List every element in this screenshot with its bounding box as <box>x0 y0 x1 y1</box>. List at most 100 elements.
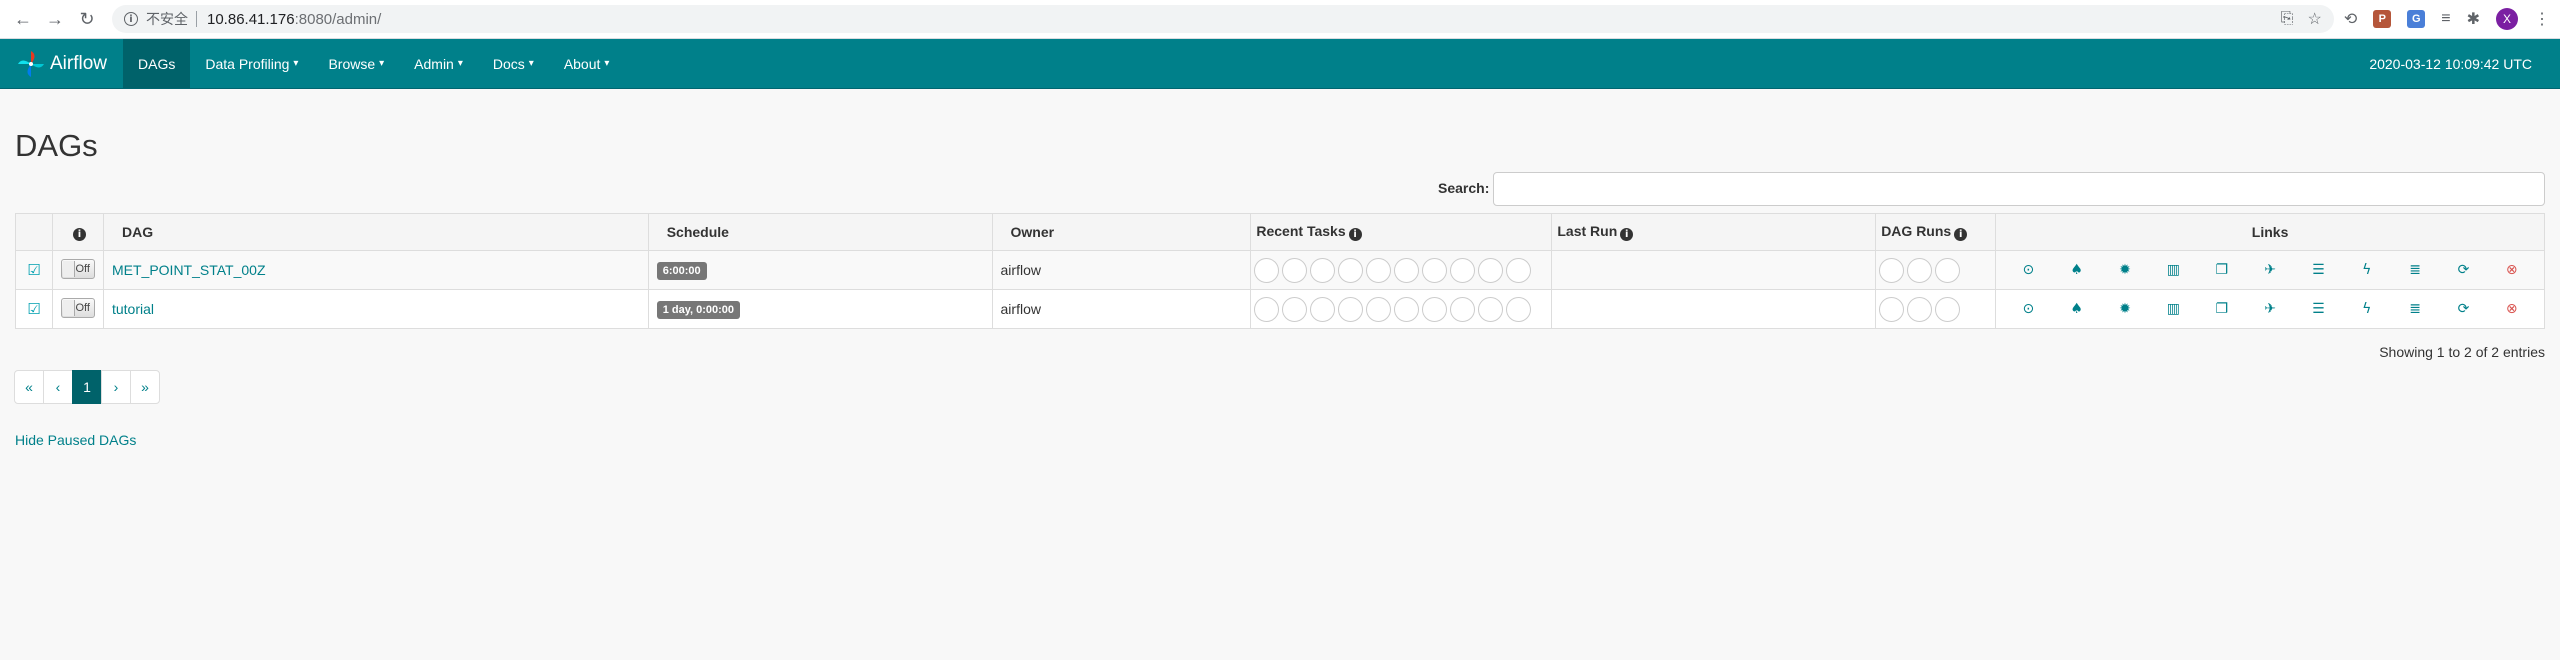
status-circle[interactable] <box>1935 257 1961 283</box>
status-circle[interactable] <box>1422 296 1448 322</box>
pagination-first[interactable]: « <box>14 370 44 404</box>
menu-kebab-icon[interactable]: ⋮ <box>2534 9 2550 29</box>
hide-paused-dags-link[interactable]: Hide Paused DAGs <box>15 432 136 448</box>
refresh-icon[interactable]: ⟳ <box>2453 262 2473 278</box>
extension-pdf-icon[interactable]: P <box>2373 10 2392 28</box>
code-icon[interactable]: ϟ <box>2357 262 2377 278</box>
extension-translate-icon[interactable]: G <box>2407 10 2426 28</box>
dag-link[interactable]: MET_POINT_STAT_00Z <box>112 262 266 278</box>
header-recent-tasks: Recent Tasks i <box>1250 213 1553 251</box>
status-circle[interactable] <box>1282 257 1308 283</box>
chevron-down-icon: ▾ <box>379 58 385 69</box>
status-circle[interactable] <box>1907 296 1933 322</box>
search-input[interactable] <box>1493 172 2545 206</box>
landing-times-icon[interactable]: ✈ <box>2260 301 2280 317</box>
pause-toggle[interactable]: Off <box>60 297 95 318</box>
status-circle[interactable] <box>1254 257 1280 283</box>
nav-data-profiling[interactable]: Data Profiling ▾ <box>190 39 313 88</box>
status-circle[interactable] <box>1338 296 1364 322</box>
pagination-page-1[interactable]: 1 <box>72 370 102 404</box>
status-circle[interactable] <box>1879 257 1905 283</box>
edit-icon[interactable]: ☑ <box>27 300 40 318</box>
back-icon[interactable]: ← <box>10 6 36 32</box>
address-bar[interactable]: i 不安全 10.86.41.176 :8080/admin/ ⎘ ☆ <box>112 5 2334 33</box>
status-circle[interactable] <box>1366 257 1392 283</box>
owner-cell: airflow <box>991 250 1252 290</box>
delete-icon[interactable]: ⊗ <box>2502 262 2522 278</box>
status-circle[interactable] <box>1506 257 1532 283</box>
dag-runs-cell <box>1875 250 1997 290</box>
status-circle[interactable] <box>1366 296 1392 322</box>
chevron-down-icon: ▾ <box>528 58 534 69</box>
status-circle[interactable] <box>1310 257 1336 283</box>
task-tries-icon[interactable]: ❐ <box>2212 301 2232 317</box>
task-duration-icon[interactable]: ▥ <box>2163 301 2183 317</box>
nav-admin[interactable]: Admin ▾ <box>399 39 478 88</box>
refresh-icon[interactable]: ⟳ <box>2453 301 2473 317</box>
edit-icon[interactable]: ☑ <box>27 261 40 279</box>
code-icon[interactable]: ϟ <box>2357 301 2377 317</box>
reload-icon[interactable]: ↻ <box>74 6 100 32</box>
star-icon[interactable]: ☆ <box>2308 9 2322 29</box>
nav-docs[interactable]: Docs ▾ <box>478 39 549 88</box>
status-circle[interactable] <box>1394 296 1420 322</box>
status-circle[interactable] <box>1478 296 1504 322</box>
tree-view-icon[interactable]: ♠ <box>2067 262 2087 278</box>
trigger-dag-icon[interactable]: ⊙ <box>2018 262 2038 278</box>
chevron-down-icon: ▾ <box>604 58 610 69</box>
info-icon[interactable]: i <box>124 12 138 26</box>
status-circle[interactable] <box>1935 296 1961 322</box>
status-circle[interactable] <box>1879 296 1905 322</box>
status-circle[interactable] <box>1506 296 1532 322</box>
delete-icon[interactable]: ⊗ <box>2502 301 2522 317</box>
last-run-cell <box>1551 289 1877 329</box>
pagination-next[interactable]: › <box>101 370 131 404</box>
tree-view-icon[interactable]: ♠ <box>2067 301 2087 317</box>
landing-times-icon[interactable]: ✈ <box>2260 262 2280 278</box>
dag-link[interactable]: tutorial <box>112 301 154 317</box>
gantt-icon[interactable]: ☰ <box>2308 262 2328 278</box>
trigger-dag-icon[interactable]: ⊙ <box>2018 301 2038 317</box>
table-row: ☑ Off tutorial 1 day, 0:00:00 airflow ⊙ ♠… <box>15 289 2545 329</box>
nav-about[interactable]: About ▾ <box>549 39 625 88</box>
entries-summary: Showing 1 to 2 of 2 entries <box>2379 344 2545 360</box>
header-schedule[interactable]: Schedule <box>647 213 993 251</box>
translate-icon[interactable]: ⎘ <box>2281 10 2294 28</box>
brand-name: Airflow <box>50 52 108 74</box>
task-tries-icon[interactable]: ❐ <box>2212 262 2232 278</box>
task-duration-icon[interactable]: ▥ <box>2163 262 2183 278</box>
pagination-prev[interactable]: ‹ <box>43 370 73 404</box>
logs-icon[interactable]: ≣ <box>2405 262 2425 278</box>
pagination-last[interactable]: » <box>130 370 160 404</box>
puzzle-icon[interactable]: ✱ <box>2467 9 2480 29</box>
profile-avatar[interactable]: X <box>2496 8 2518 30</box>
forward-icon[interactable]: → <box>42 6 68 32</box>
nav-dags[interactable]: DAGs <box>123 39 191 88</box>
schedule-badge[interactable]: 1 day, 0:00:00 <box>656 300 741 319</box>
status-circle[interactable] <box>1907 257 1933 283</box>
media-queue-icon[interactable]: ≡ <box>2441 10 2450 28</box>
header-owner[interactable]: Owner <box>991 213 1252 251</box>
nav-browse[interactable]: Browse ▾ <box>313 39 399 88</box>
status-circle[interactable] <box>1310 296 1336 322</box>
pause-toggle[interactable]: Off <box>60 258 95 279</box>
url-host: 10.86.41.176 <box>207 10 295 28</box>
gantt-icon[interactable]: ☰ <box>2308 301 2328 317</box>
status-circle[interactable] <box>1422 257 1448 283</box>
header-dag[interactable]: DAG <box>102 213 649 251</box>
logs-icon[interactable]: ≣ <box>2405 301 2425 317</box>
status-circle[interactable] <box>1450 296 1476 322</box>
status-circle[interactable] <box>1282 296 1308 322</box>
extension-sync-icon[interactable]: ⟲ <box>2344 9 2357 29</box>
header-last-run: Last Run i <box>1551 213 1877 251</box>
status-circle[interactable] <box>1450 257 1476 283</box>
status-circle[interactable] <box>1254 296 1280 322</box>
graph-view-icon[interactable]: ✹ <box>2115 301 2135 317</box>
status-circle[interactable] <box>1478 257 1504 283</box>
graph-view-icon[interactable]: ✹ <box>2115 262 2135 278</box>
status-circle[interactable] <box>1394 257 1420 283</box>
header-links: Links <box>1995 213 2545 251</box>
brand-logo[interactable]: Airflow <box>0 39 123 88</box>
status-circle[interactable] <box>1338 257 1364 283</box>
schedule-badge[interactable]: 6:00:00 <box>656 261 707 280</box>
